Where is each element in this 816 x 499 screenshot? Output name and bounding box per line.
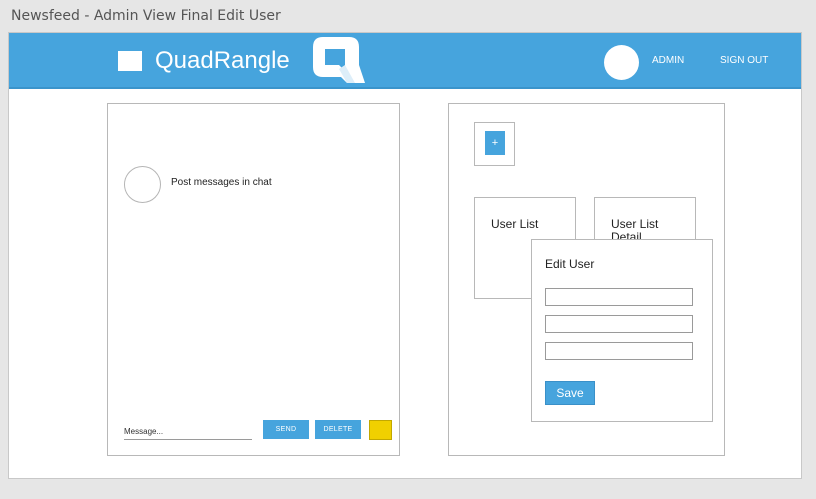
user-list-card-label: User List [491, 218, 539, 231]
header-bar: QuadRangle ADMIN SIGN OUT [9, 33, 801, 89]
edit-user-field-2[interactable] [545, 315, 693, 333]
edit-user-field-1[interactable] [545, 288, 693, 306]
nav-admin-link[interactable]: ADMIN [652, 55, 684, 66]
window-title: Newsfeed - Admin View Final Edit User [11, 8, 281, 24]
edit-user-title: Edit User [545, 257, 595, 271]
delete-button[interactable]: DELETE [315, 420, 361, 439]
add-box: + [474, 122, 515, 166]
chat-avatar [124, 166, 161, 203]
message-input[interactable] [124, 424, 252, 440]
save-button[interactable]: Save [545, 381, 595, 405]
edit-user-dialog: Edit User Save [531, 239, 713, 422]
brand-name: QuadRangle [155, 47, 290, 74]
q-logo-icon [313, 37, 365, 83]
logo-square-icon [118, 51, 142, 71]
color-swatch[interactable] [369, 420, 392, 440]
edit-user-field-3[interactable] [545, 342, 693, 360]
chat-panel: Post messages in chat SEND DELETE [107, 103, 400, 456]
app-frame: QuadRangle ADMIN SIGN OUT Post messages … [8, 32, 802, 479]
send-button[interactable]: SEND [263, 420, 309, 439]
chat-post-text: Post messages in chat [171, 177, 272, 188]
user-avatar[interactable] [604, 45, 639, 80]
user-list-detail-card-label: User List Detail [611, 218, 659, 239]
add-button[interactable]: + [485, 131, 505, 155]
nav-sign-out-link[interactable]: SIGN OUT [720, 55, 768, 66]
